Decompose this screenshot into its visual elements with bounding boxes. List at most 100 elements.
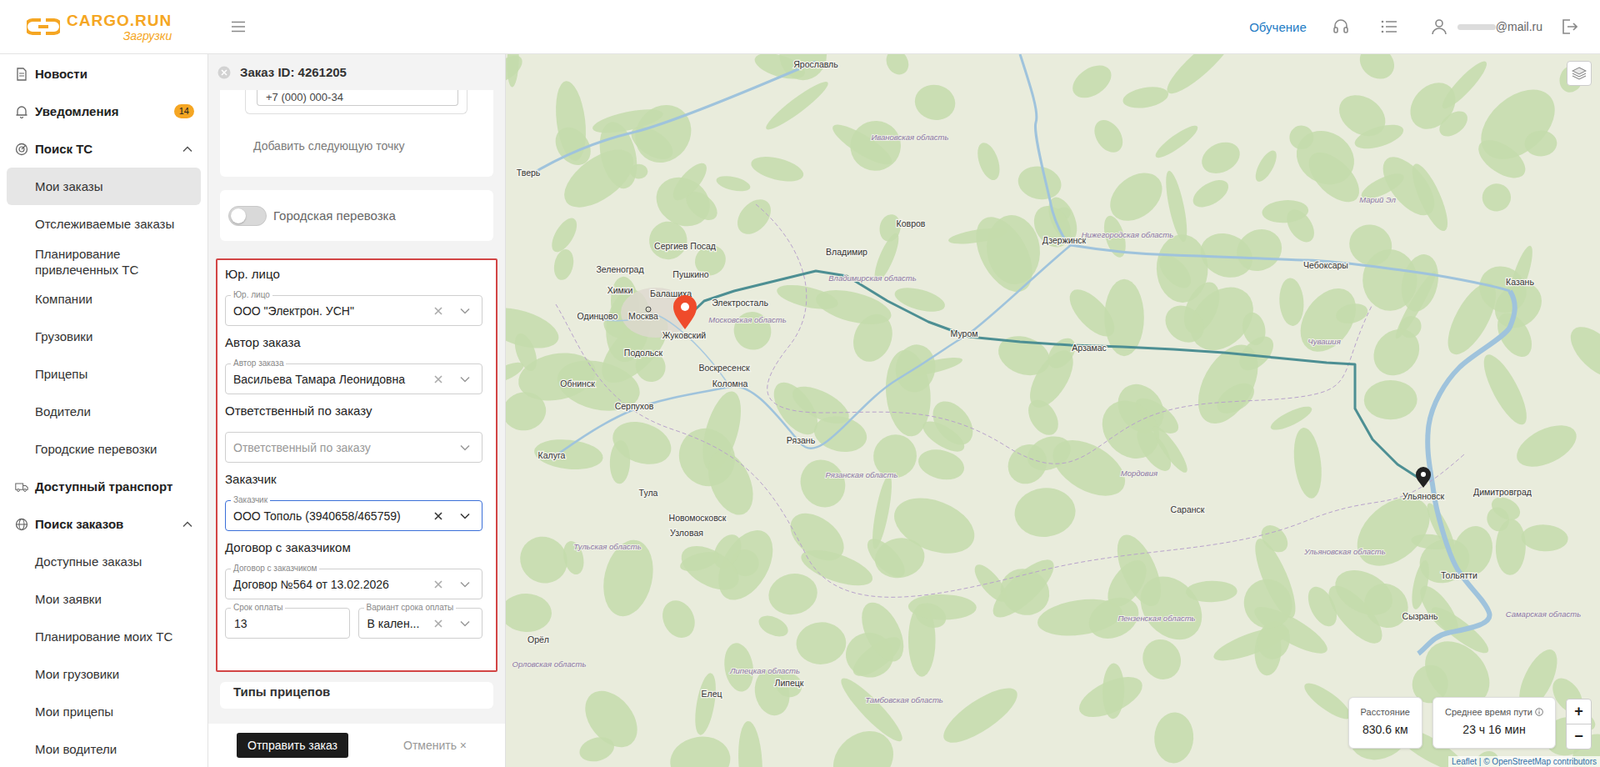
customer-section: Юр. лицо Юр. лицоООО "Электрон. УСН" Автор… — [215, 258, 498, 672]
chevron-down-icon[interactable] — [460, 444, 470, 451]
map-label: Мордовия — [1120, 468, 1158, 478]
map-label: Подольск — [624, 347, 664, 358]
sidebar-item[interactable]: Доступный транспорт — [6, 467, 201, 505]
add-point-link[interactable]: Добавить следующую точку — [245, 137, 468, 155]
section-title: Юр. лицо — [225, 265, 483, 283]
map-label: Рязань — [786, 435, 816, 445]
map-label: Елец — [701, 688, 723, 699]
map-canvas[interactable]: ТверьЯрославльИвановская областьСергиев … — [505, 54, 1600, 767]
layers-button[interactable] — [1566, 60, 1592, 86]
payment-field[interactable]: Вариант срока оплатыВ кален... — [358, 607, 484, 639]
document-icon — [15, 67, 29, 81]
payment-terms: Срок оплаты13Вариант срока оплатыВ кален… — [225, 607, 483, 639]
clear-icon[interactable] — [434, 580, 443, 589]
sidebar-label: Поиск ТС — [35, 140, 183, 157]
map-label: Коломна — [712, 378, 749, 389]
sidebar-item[interactable]: Мои заявки — [6, 580, 201, 618]
route-card: +7 (000) 000-34 Добавить следующую точку — [220, 90, 494, 177]
select-field[interactable]: Юр. лицоООО "Электрон. УСН" — [225, 295, 483, 326]
field-placeholder: Ответственный по заказу — [233, 440, 460, 455]
phone-field[interactable]: +7 (000) 000-34 — [256, 90, 459, 106]
route-line — [685, 270, 1424, 481]
origin-pin-icon[interactable] — [673, 295, 697, 330]
sidebar-item[interactable]: Грузовики — [6, 317, 201, 355]
select-field[interactable]: Ответственный по заказу — [225, 431, 483, 463]
clear-icon[interactable] — [434, 511, 443, 520]
zoom-out-button[interactable]: − — [1566, 723, 1591, 749]
sidebar-item[interactable]: Мои грузовики — [6, 655, 201, 693]
logout-icon[interactable] — [1560, 18, 1578, 35]
sidebar-label: Мои прицепы — [35, 703, 195, 720]
sidebar-item[interactable]: Городские перевозки — [6, 430, 201, 468]
destination-pin-icon[interactable] — [1415, 466, 1431, 488]
map-label: Одинцово — [577, 310, 619, 321]
sidebar-item[interactable]: Мои водители — [6, 730, 201, 767]
user-menu[interactable]: @mail.ru — [1430, 18, 1543, 35]
zoom-in-button[interactable]: + — [1566, 699, 1591, 724]
map-label: Сызрань — [1402, 610, 1439, 621]
sidebar-item[interactable]: Мои заказы — [6, 167, 201, 205]
chevron-down-icon[interactable] — [460, 620, 470, 627]
clear-icon[interactable] — [434, 619, 443, 628]
map-label: Электросталь — [711, 297, 769, 308]
chevron-down-icon[interactable] — [460, 512, 470, 520]
map-label: Муром — [950, 328, 979, 339]
sidebar-label: Грузовики — [35, 328, 195, 345]
sidebar-item[interactable]: Новости — [6, 55, 201, 93]
sidebar-label: Городские перевозки — [35, 440, 195, 457]
sidebar-item[interactable]: Водители — [6, 392, 201, 430]
list-icon[interactable] — [1380, 19, 1398, 35]
training-link[interactable]: Обучение — [1249, 20, 1307, 35]
order-form: +7 (000) 000-34Добавить следующую точкуГ… — [208, 90, 505, 724]
email-mask — [1457, 24, 1496, 30]
map-label: Самарская область — [1505, 609, 1581, 619]
map-label: Обнинск — [560, 378, 595, 389]
sidebar-item[interactable]: Доступные заказы — [6, 542, 201, 580]
headset-icon[interactable] — [1332, 18, 1350, 35]
sidebar-item[interactable]: Планирование моих ТС — [6, 617, 201, 655]
sidebar-item[interactable]: Мои прицепы — [6, 692, 201, 730]
order-header: Заказ ID: 4261205 — [208, 54, 505, 90]
sidebar-item[interactable]: Компании — [6, 280, 201, 318]
sidebar-label: Планирование привлеченных ТС — [35, 245, 195, 278]
sidebar-item[interactable]: Прицепы — [6, 355, 201, 393]
map-label: Казань — [1505, 276, 1535, 287]
logo-name: CARGO.RUN — [66, 12, 172, 29]
payment-field[interactable]: Срок оплаты13 — [225, 607, 350, 639]
chevron-icon — [182, 145, 193, 153]
cancel-button[interactable]: Отменить × — [403, 738, 467, 752]
app: CARGO.RUNЗагрузки Обучение @mail.ru Новости… — [0, 0, 1600, 767]
map-label: Узловая — [670, 527, 704, 538]
map-label: Ульяновская область — [1303, 546, 1385, 556]
menu-icon[interactable] — [231, 20, 245, 33]
select-field[interactable]: ЗаказчикООО Тополь (3940658/465759) — [225, 500, 483, 531]
sidebar-item[interactable]: Отслеживаемые заказы — [6, 205, 201, 243]
field-value: ООО Тополь (3940658/465759) — [233, 509, 430, 523]
sidebar-label: Доступный транспорт — [35, 478, 201, 495]
form-section: Автор заказаАвтор заказаВасильева Тамара… — [225, 334, 483, 395]
sidebar-item[interactable]: Планирование привлеченных ТС — [6, 242, 201, 280]
logo[interactable]: CARGO.RUNЗагрузки — [0, 12, 209, 42]
chevron-down-icon[interactable] — [460, 307, 470, 315]
field-label: Договор с заказчиком — [230, 563, 320, 574]
clear-icon[interactable] — [434, 375, 443, 384]
sidebar-item[interactable]: Уведомления14 — [6, 92, 201, 130]
user-email: @mail.ru — [1495, 20, 1543, 34]
info-icon[interactable] — [1535, 707, 1544, 716]
select-field[interactable]: Договор с заказчикомДоговор №564 от 13.0… — [225, 568, 483, 600]
sidebar-icon-box — [15, 480, 29, 494]
submit-button[interactable]: Отправить заказ — [236, 732, 349, 758]
map-label: Ивановская область — [870, 132, 949, 142]
close-icon[interactable] — [217, 65, 231, 80]
city-toggle[interactable] — [228, 205, 267, 226]
sidebar-item[interactable]: Поиск заказов — [6, 505, 201, 543]
clear-icon[interactable] — [434, 306, 443, 315]
map-attribution[interactable]: Leaflet | © OpenStreetMap contributors — [1448, 755, 1600, 767]
route-stats: Расстояние830.6 кмСреднее время пути 23 … — [1348, 696, 1556, 749]
map[interactable]: ТверьЯрославльИвановская областьСергиев … — [505, 54, 1600, 767]
chevron-down-icon[interactable] — [460, 375, 470, 383]
select-field[interactable]: Автор заказаВасильева Тамара Леонидовна — [225, 363, 483, 395]
field-label: Вариант срока оплаты — [364, 602, 457, 613]
chevron-down-icon[interactable] — [460, 580, 470, 588]
sidebar-item[interactable]: Поиск ТС — [6, 130, 201, 168]
